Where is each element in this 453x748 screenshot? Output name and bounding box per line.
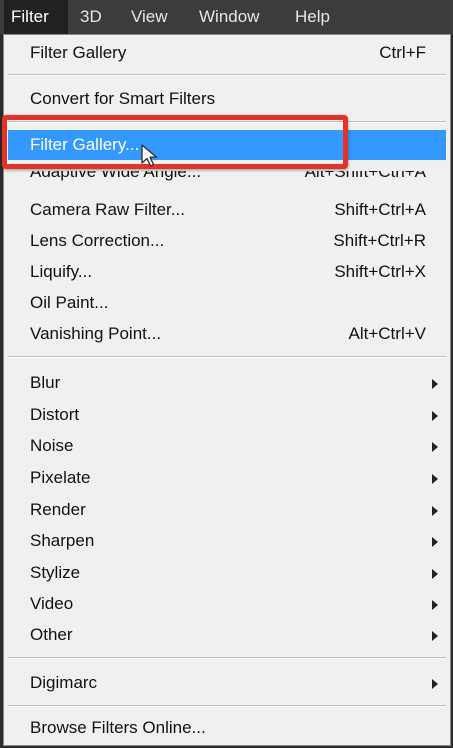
menu-item-label: Browse Filters Online...	[30, 718, 206, 737]
menu-item-label: Distort	[30, 405, 80, 424]
menu-item-label: Oil Paint...	[30, 293, 109, 312]
menu-item-label: Vanishing Point...	[30, 324, 162, 343]
menu-item-last-filter[interactable]: Filter Gallery Ctrl+F	[8, 38, 446, 68]
menu-item-browse-filters-online[interactable]: Browse Filters Online...	[8, 713, 446, 743]
menu-item-label: Stylize	[30, 563, 81, 582]
menu-view[interactable]: View	[124, 0, 175, 34]
menu-item-shortcut: Shift+Ctrl+A	[334, 200, 426, 219]
chevron-right-icon	[432, 411, 438, 421]
chevron-right-icon	[432, 506, 438, 516]
menu-item-shortcut: Ctrl+F	[379, 43, 426, 62]
menu-3d[interactable]: 3D	[73, 0, 109, 34]
menu-item-label: Sharpen	[30, 531, 95, 550]
chevron-right-icon	[432, 569, 438, 579]
menu-item-label: Video	[30, 594, 74, 613]
menu-item-lens-correction[interactable]: Lens Correction... Shift+Ctrl+R	[8, 226, 446, 256]
submenu-pixelate[interactable]: Pixelate	[8, 463, 446, 493]
submenu-render[interactable]: Render	[8, 495, 446, 525]
menu-separator	[8, 356, 446, 358]
menu-item-shortcut: Shift+Ctrl+X	[334, 262, 426, 281]
submenu-digimarc[interactable]: Digimarc	[8, 668, 446, 698]
menu-item-label: Noise	[30, 436, 74, 455]
menu-item-label: Filter Gallery...	[30, 135, 140, 154]
menu-item-oil-paint[interactable]: Oil Paint...	[8, 288, 446, 318]
menu-item-shortcut: Alt+Ctrl+V	[348, 324, 426, 343]
chevron-right-icon	[432, 379, 438, 389]
menu-item-label: Liquify...	[30, 262, 93, 281]
menu-item-label: Pixelate	[30, 468, 91, 487]
menu-item-label: Filter Gallery	[30, 43, 127, 62]
menu-item-label: Other	[30, 625, 73, 644]
chevron-right-icon	[432, 631, 438, 641]
submenu-distort[interactable]: Distort	[8, 400, 446, 430]
submenu-video[interactable]: Video	[8, 589, 446, 619]
menu-item-label: Convert for Smart Filters	[30, 89, 216, 108]
menu-item-liquify[interactable]: Liquify... Shift+Ctrl+X	[8, 257, 446, 287]
menu-item-adaptive-wide-angle[interactable]: Adaptive Wide Angle... Alt+Shift+Ctrl+A	[8, 171, 446, 187]
menu-item-label: Digimarc	[30, 673, 98, 692]
chevron-right-icon	[432, 537, 438, 547]
menu-item-label: Render	[30, 500, 86, 519]
menu-separator	[8, 121, 446, 123]
menu-item-filter-gallery[interactable]: Filter Gallery...	[8, 130, 446, 160]
submenu-blur[interactable]: Blur	[8, 368, 446, 398]
menu-item-vanishing-point[interactable]: Vanishing Point... Alt+Ctrl+V	[8, 319, 446, 349]
menu-item-camera-raw-filter[interactable]: Camera Raw Filter... Shift+Ctrl+A	[8, 195, 446, 225]
menu-separator	[8, 657, 446, 659]
chevron-right-icon	[432, 442, 438, 452]
chevron-right-icon	[432, 600, 438, 610]
menu-item-shortcut: Alt+Shift+Ctrl+A	[304, 171, 426, 181]
menu-separator	[8, 74, 446, 76]
menu-item-label: Adaptive Wide Angle...	[30, 171, 202, 181]
menu-separator	[8, 705, 446, 707]
submenu-sharpen[interactable]: Sharpen	[8, 526, 446, 556]
submenu-stylize[interactable]: Stylize	[8, 558, 446, 588]
menu-item-label: Blur	[30, 373, 61, 392]
menu-item-label: Lens Correction...	[30, 231, 165, 250]
chevron-right-icon	[432, 474, 438, 484]
menu-bar: Filter 3D View Window Help	[0, 0, 453, 34]
filter-dropdown-menu: Filter Gallery Ctrl+F Convert for Smart …	[3, 34, 451, 746]
menu-item-convert-smart-filters[interactable]: Convert for Smart Filters	[8, 84, 446, 114]
menu-item-shortcut: Shift+Ctrl+R	[333, 231, 426, 250]
chevron-right-icon	[432, 679, 438, 689]
menu-item-label: Camera Raw Filter...	[30, 200, 185, 219]
submenu-other[interactable]: Other	[8, 620, 446, 650]
submenu-noise[interactable]: Noise	[8, 431, 446, 461]
menu-filter[interactable]: Filter	[4, 0, 68, 34]
menu-window[interactable]: Window	[192, 0, 266, 34]
menu-help[interactable]: Help	[288, 0, 337, 34]
